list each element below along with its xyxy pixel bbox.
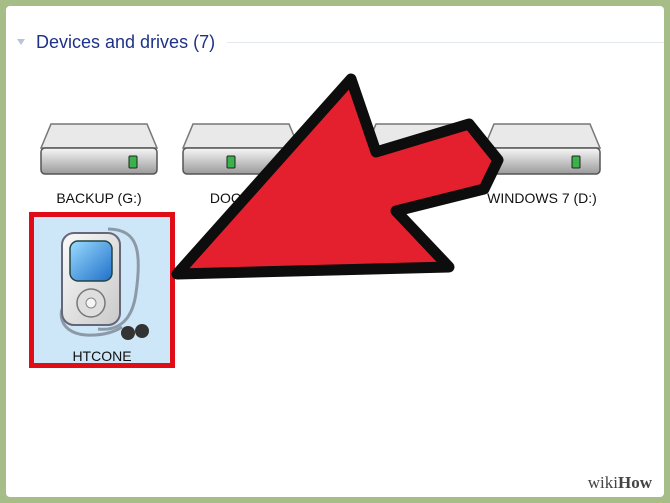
hard-drive-icon — [39, 123, 159, 175]
devices-group-header[interactable]: Devices and drives (7) — [14, 30, 664, 54]
media-player-icon — [59, 227, 149, 340]
device-label: HTCONE — [72, 348, 132, 364]
hard-drive-icon — [482, 123, 602, 175]
collapse-chevron-icon[interactable] — [14, 35, 28, 49]
drive-documents[interactable]: DOCUME — [171, 118, 311, 208]
group-divider — [227, 41, 664, 43]
group-title: Devices and drives (7) — [36, 31, 216, 52]
drive-backup[interactable]: BACKUP (G:) — [29, 118, 169, 208]
device-htcone[interactable]: HTCONE — [29, 212, 175, 368]
watermark-prefix: wiki — [587, 473, 618, 492]
drive-label: WINDOWS 7 (D:) — [487, 190, 597, 206]
drive-label: DOCUME — [209, 190, 273, 206]
explorer-window: Devices and drives (7) BACKUP (G:) DOCUM… — [6, 6, 664, 497]
watermark-suffix: How — [618, 473, 652, 492]
hard-drive-icon — [364, 123, 484, 175]
wikihow-watermark: wikiHow — [588, 473, 652, 493]
hard-drive-icon — [181, 123, 301, 175]
drive-label: BACKUP (G:) — [56, 190, 142, 206]
drive-windows7[interactable]: WINDOWS 7 (D:) — [472, 118, 612, 208]
